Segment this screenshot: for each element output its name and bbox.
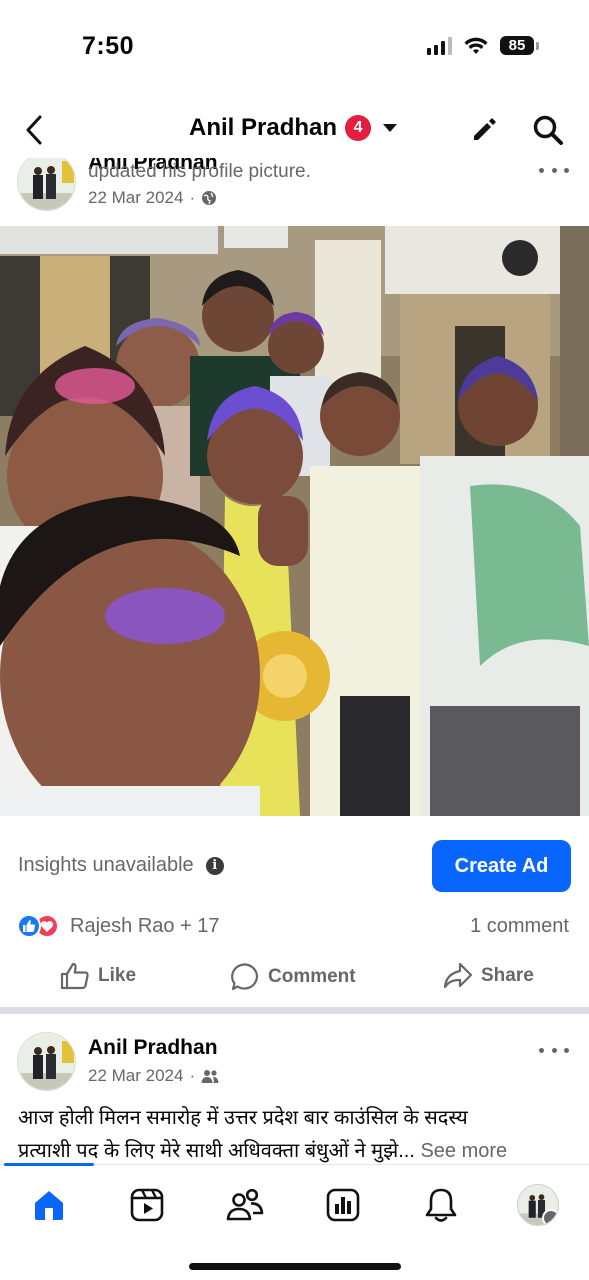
post-header: Anil Pradhan 22 Mar 2024 ·	[0, 1026, 589, 1096]
back-button[interactable]	[14, 110, 54, 150]
back-arrow-icon	[26, 115, 42, 145]
tab-menu[interactable]	[516, 1183, 560, 1227]
bell-icon	[425, 1188, 457, 1222]
thumbs-up-icon	[60, 962, 89, 990]
post-header: Anil Pradhan updated his profile picture…	[0, 158, 589, 226]
pencil-icon	[474, 118, 496, 140]
profile-switcher[interactable]: Anil Pradhan 4	[189, 114, 401, 142]
comment-bubble-icon	[231, 963, 258, 991]
post-text: आज होली मिलन समारोह में उत्तर प्रदेश बार…	[18, 1102, 578, 1168]
post-photo[interactable]	[0, 226, 589, 816]
notification-badge: 4	[345, 115, 372, 141]
post-date[interactable]: 22 Mar 2024	[88, 1066, 183, 1086]
create-ad-button[interactable]: Create Ad	[432, 840, 571, 892]
home-indicator	[189, 1263, 401, 1270]
active-tab-indicator	[4, 1163, 94, 1166]
comment-button[interactable]: Comment	[230, 962, 356, 992]
share-label: Share	[481, 965, 534, 986]
menu-badge-icon	[542, 1209, 558, 1225]
wifi-icon	[464, 37, 488, 54]
like-button[interactable]: Like	[60, 962, 136, 990]
like-reaction-icon	[17, 914, 41, 938]
status-time: 7:50	[82, 32, 135, 60]
post-options-button[interactable]	[539, 1040, 569, 1060]
top-navigation: Anil Pradhan 4	[0, 100, 589, 158]
tab-friends[interactable]	[223, 1183, 267, 1227]
author-avatar[interactable]	[17, 158, 76, 211]
share-button[interactable]: Share	[443, 962, 534, 990]
post-author-name[interactable]: Anil Pradhan	[88, 1036, 218, 1060]
tab-home[interactable]	[27, 1183, 71, 1227]
post-meta: 22 Mar 2024 ·	[88, 188, 217, 208]
post-action-text: updated his profile picture.	[88, 161, 311, 182]
edit-button[interactable]	[466, 110, 504, 148]
post-text-line: आज होली मिलन समारोह में उत्तर प्रदेश बार…	[18, 1107, 468, 1129]
cellular-signal-icon	[427, 36, 452, 55]
post-divider	[0, 1007, 589, 1014]
tab-video[interactable]	[125, 1183, 169, 1227]
like-label: Like	[98, 965, 137, 986]
status-bar: 7:50 85	[0, 0, 589, 95]
search-icon	[533, 115, 563, 145]
search-button[interactable]	[528, 110, 568, 150]
post-options-button[interactable]	[539, 160, 569, 180]
battery-level: 85	[500, 36, 534, 55]
post-actions: Like Comment Share	[0, 952, 589, 1006]
comment-label: Comment	[268, 966, 356, 987]
comment-count[interactable]: 1 comment	[470, 915, 569, 938]
profile-avatar	[517, 1184, 559, 1226]
info-icon[interactable]: i	[205, 856, 224, 875]
friends-icon	[201, 1070, 219, 1083]
post-date[interactable]: 22 Mar 2024	[88, 188, 183, 208]
insights-label: Insights unavailable	[18, 854, 194, 876]
tab-notifications[interactable]	[419, 1183, 463, 1227]
dashboard-chart-icon	[326, 1188, 360, 1222]
friends-icon	[226, 1188, 264, 1221]
reaction-names[interactable]: Rajesh Rao + 17	[70, 915, 220, 938]
insights-status: Insights unavailable i	[18, 854, 224, 877]
post-author-line: Anil Pradhan updated his profile picture…	[88, 158, 311, 182]
page-title: Anil Pradhan	[189, 114, 338, 141]
insights-row: Insights unavailable i Create Ad	[0, 838, 589, 894]
home-icon	[35, 1191, 63, 1220]
video-icon	[130, 1188, 164, 1222]
post-meta: 22 Mar 2024 ·	[88, 1066, 219, 1086]
author-avatar[interactable]	[17, 1032, 76, 1091]
share-arrow-icon	[443, 962, 473, 989]
battery-indicator: 85	[500, 36, 539, 55]
see-more-link[interactable]: See more	[420, 1140, 507, 1162]
tab-dashboard[interactable]	[321, 1183, 365, 1227]
caret-down-icon	[379, 117, 401, 139]
globe-icon	[202, 191, 217, 205]
status-indicators: 85	[427, 36, 539, 55]
reaction-icons	[17, 914, 59, 938]
reactions-summary[interactable]: Rajesh Rao + 17 1 comment	[0, 906, 589, 946]
